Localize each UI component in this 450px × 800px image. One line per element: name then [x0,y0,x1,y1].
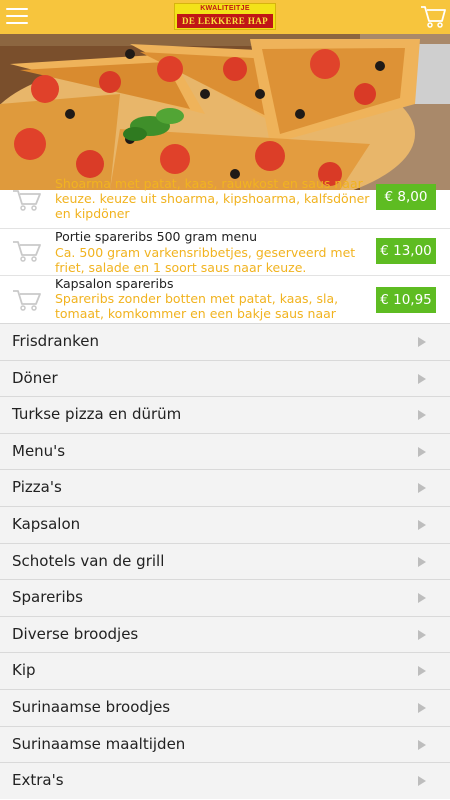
restaurant-logo: KWALITEITJE DE LEKKERE HAP [174,3,276,30]
category-label: Turkse pizza en dürüm [12,405,182,424]
product-description: Shoarma met patat, kaas, rauwkost en sau… [55,176,370,221]
category-label: Kip [12,661,36,680]
product-item[interactable]: Portie spareribs 500 gram menu Ca. 500 g… [0,229,450,275]
category-spareribs[interactable]: Spareribs [0,579,450,616]
category-label: Extra's [12,771,64,790]
category-label: Surinaamse broodjes [12,698,171,716]
product-item[interactable]: Shoarma met patat, kaas, rauwkost en sau… [0,176,450,228]
chevron-right-icon [418,337,426,347]
category-label: Pizza's [12,478,62,497]
category-extras[interactable]: Extra's [0,762,450,799]
chevron-right-icon [418,410,426,421]
add-to-cart-icon[interactable] [12,188,42,212]
product-item[interactable]: Kapsalon spareribs Spareribs zonder bott… [0,276,450,336]
chevron-right-icon [418,446,426,457]
logo-tagline: KWALITEITJE [200,5,250,12]
chevron-right-icon [418,776,426,787]
add-to-cart-icon[interactable] [12,288,42,312]
category-kapsalon[interactable]: Kapsalon [0,506,450,543]
category-frisdranken[interactable]: Frisdranken [0,323,450,360]
chevron-right-icon [418,520,426,530]
shopping-cart-icon[interactable] [420,5,446,29]
chevron-right-icon [418,483,426,494]
category-label: Menu's [12,441,66,460]
pizza-hero-image [0,34,450,190]
category-label: Döner [12,368,58,387]
category-schotels[interactable]: Schotels van de grill [0,542,450,580]
logo-name: DE LEKKERE HAP [177,14,273,28]
price-button[interactable]: € 10,95 [376,287,436,313]
category-label: Frisdranken [12,332,99,350]
add-to-cart-icon[interactable] [12,239,42,263]
chevron-right-icon [418,703,426,713]
top-app-bar: KWALITEITJE DE LEKKERE HAP [0,0,450,34]
chevron-right-icon [418,739,426,750]
category-surinaamse-maaltijden[interactable]: Surinaamse maaltijden [0,725,450,763]
chevron-right-icon [418,373,426,384]
category-pizzas[interactable]: Pizza's [0,469,450,506]
category-label: Schotels van de grill [12,551,165,570]
category-label: Spareribs [12,588,83,607]
chevron-right-icon [418,666,426,677]
category-kip[interactable]: Kip [0,652,450,689]
chevron-right-icon [418,593,426,604]
category-label: Diverse broodjes [12,624,139,643]
product-name: Kapsalon spareribs [55,276,174,291]
category-menus[interactable]: Menu's [0,432,450,470]
category-label: Kapsalon [12,515,81,533]
category-label: Surinaamse maaltijden [12,734,186,753]
product-name: Portie spareribs 500 gram menu [55,229,258,244]
price-button[interactable]: € 8,00 [376,184,436,210]
hamburger-menu-icon[interactable] [6,8,28,26]
product-description: Ca. 500 gram varkensribbetjes, geserveer… [55,245,356,275]
category-doner[interactable]: Döner [0,359,450,397]
chevron-right-icon [418,556,426,567]
category-surinaamse-broodjes[interactable]: Surinaamse broodjes [0,689,450,726]
chevron-right-icon [418,629,426,640]
price-button[interactable]: € 13,00 [376,238,436,264]
category-turkse-pizza[interactable]: Turkse pizza en dürüm [0,396,450,433]
category-diverse-broodjes[interactable]: Diverse broodjes [0,615,450,653]
